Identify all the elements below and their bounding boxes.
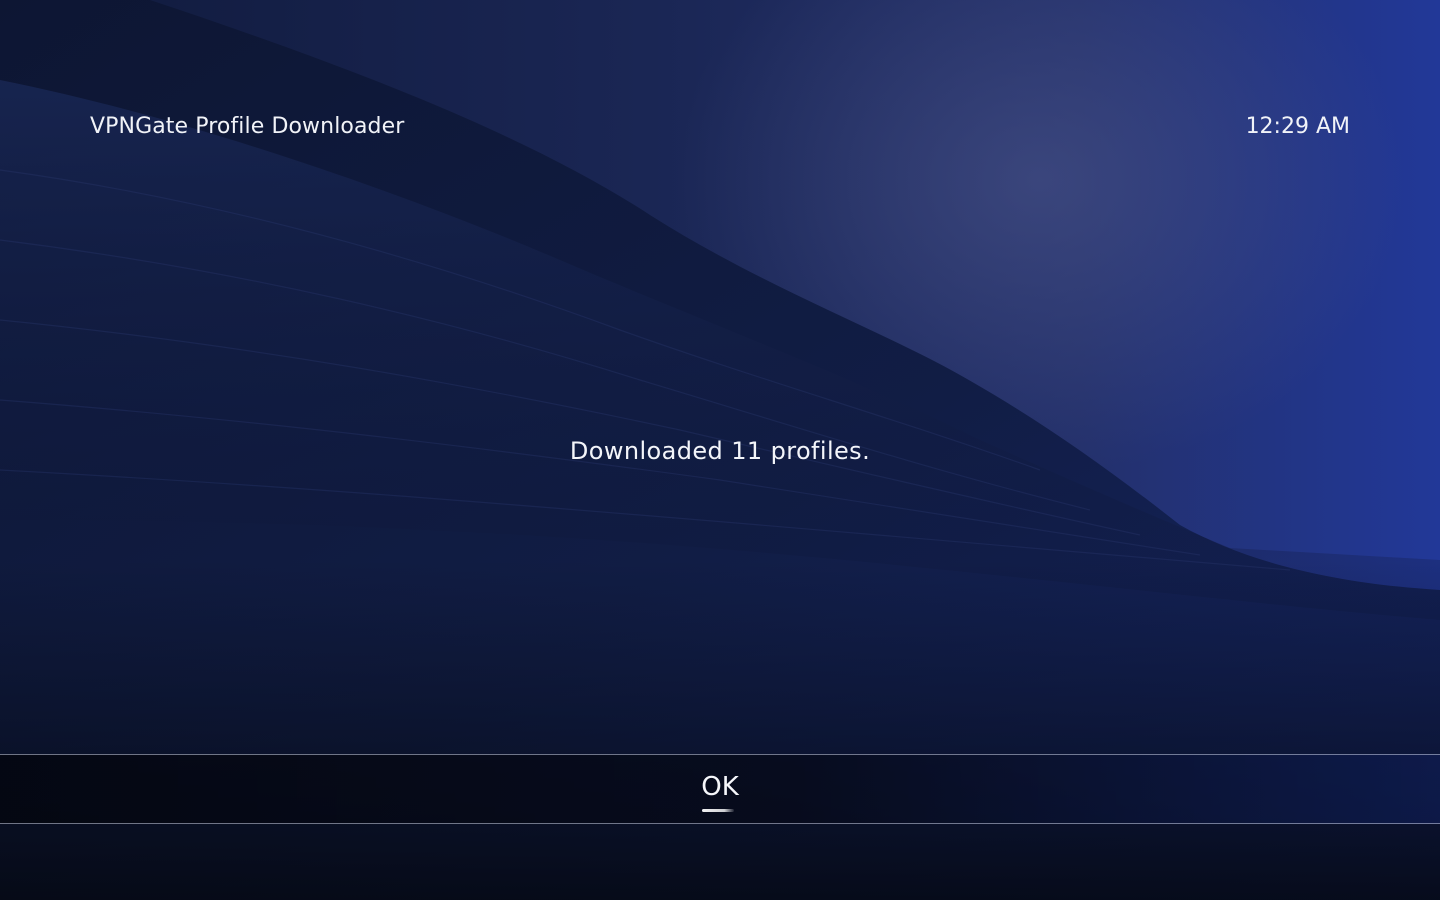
ok-button[interactable]: OK [680, 767, 760, 813]
dialog-message: Downloaded 11 profiles. [569, 437, 871, 465]
clock-time: 12:29 AM [1245, 114, 1350, 139]
app-title: VPNGate Profile Downloader [90, 114, 405, 139]
focus-indicator [702, 809, 734, 812]
dialog-button-bar: OK [0, 754, 1440, 824]
ok-button-label: OK [701, 772, 739, 802]
